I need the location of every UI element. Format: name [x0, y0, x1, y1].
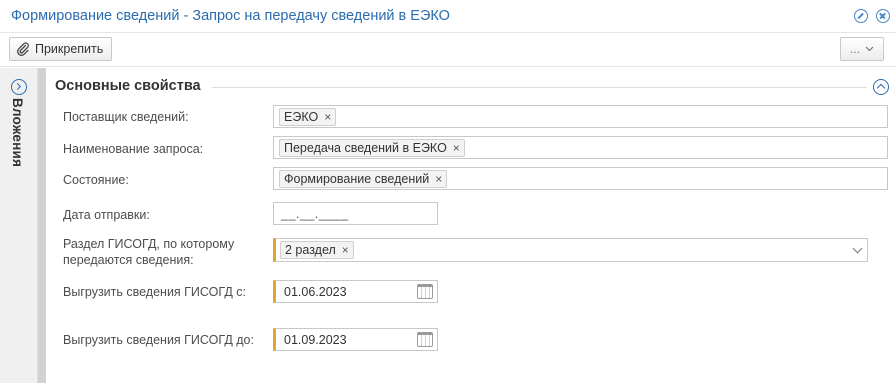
export-to-date-input[interactable]: 01.09.2023: [273, 328, 438, 351]
send-date-mask: __.__.____: [281, 207, 349, 221]
calendar-icon[interactable]: [417, 332, 433, 347]
remove-tag-icon[interactable]: ×: [342, 244, 349, 256]
request-name-field[interactable]: Передача сведений в ЕЭКО ×: [273, 136, 888, 159]
calendar-icon[interactable]: [417, 284, 433, 299]
send-date-label: Дата отправки:: [63, 208, 150, 222]
remove-tag-icon[interactable]: ×: [435, 173, 442, 185]
export-from-date-input[interactable]: 01.06.2023: [273, 280, 438, 303]
more-actions-button[interactable]: ...: [840, 37, 884, 61]
section-title: Основные свойства: [55, 78, 201, 94]
gisogd-section-label-line2: передаются сведения:: [63, 253, 194, 267]
request-name-tag: Передача сведений в ЕЭКО ×: [279, 139, 465, 157]
state-tag-text: Формирование сведений: [284, 172, 430, 186]
title-bar: Формирование сведений - Запрос на переда…: [0, 0, 896, 33]
export-from-label: Выгрузить сведения ГИСОГД с:: [63, 285, 246, 299]
paperclip-icon: [17, 42, 29, 56]
sidebar-splitter[interactable]: [38, 68, 46, 383]
gisogd-section-tag: 2 раздел ×: [280, 241, 354, 259]
state-label: Состояние:: [63, 173, 129, 187]
state-field[interactable]: Формирование сведений ×: [273, 167, 888, 190]
export-from-date-value: 01.06.2023: [284, 285, 347, 299]
remove-tag-icon[interactable]: ×: [324, 111, 331, 123]
export-to-date-value: 01.09.2023: [284, 333, 347, 347]
attachments-sidebar[interactable]: Вложения: [0, 68, 38, 383]
chevron-down-icon[interactable]: [852, 243, 863, 254]
attach-button[interactable]: Прикрепить: [9, 37, 113, 61]
attach-button-label: Прикрепить: [35, 42, 104, 56]
chevron-down-icon: [865, 46, 874, 52]
link-icon[interactable]: [854, 9, 868, 23]
more-actions-label: ...: [849, 42, 860, 56]
section-divider: [212, 87, 867, 88]
expand-sidebar-icon[interactable]: [11, 79, 27, 95]
attachments-sidebar-label[interactable]: Вложения: [10, 98, 25, 167]
state-tag: Формирование сведений ×: [279, 170, 448, 188]
supplier-tag: ЕЭКО ×: [279, 108, 337, 126]
request-name-tag-text: Передача сведений в ЕЭКО: [284, 141, 447, 155]
window-title: Формирование сведений - Запрос на переда…: [11, 8, 450, 24]
toolbar: Прикрепить ...: [0, 33, 896, 67]
request-name-label: Наименование запроса:: [63, 142, 204, 156]
gisogd-section-select[interactable]: 2 раздел ×: [273, 238, 868, 262]
supplier-field[interactable]: ЕЭКО ×: [273, 105, 888, 128]
supplier-label: Поставщик сведений:: [63, 110, 189, 124]
remove-tag-icon[interactable]: ×: [453, 142, 460, 154]
close-icon[interactable]: [876, 9, 890, 23]
send-date-input[interactable]: __.__.____: [273, 202, 438, 225]
export-to-label: Выгрузить сведения ГИСОГД до:: [63, 333, 254, 347]
supplier-tag-text: ЕЭКО: [284, 110, 319, 124]
gisogd-section-tag-text: 2 раздел: [285, 243, 336, 257]
collapse-section-icon[interactable]: [873, 79, 889, 95]
gisogd-section-label-line1: Раздел ГИСОГД, по которому: [63, 237, 235, 251]
